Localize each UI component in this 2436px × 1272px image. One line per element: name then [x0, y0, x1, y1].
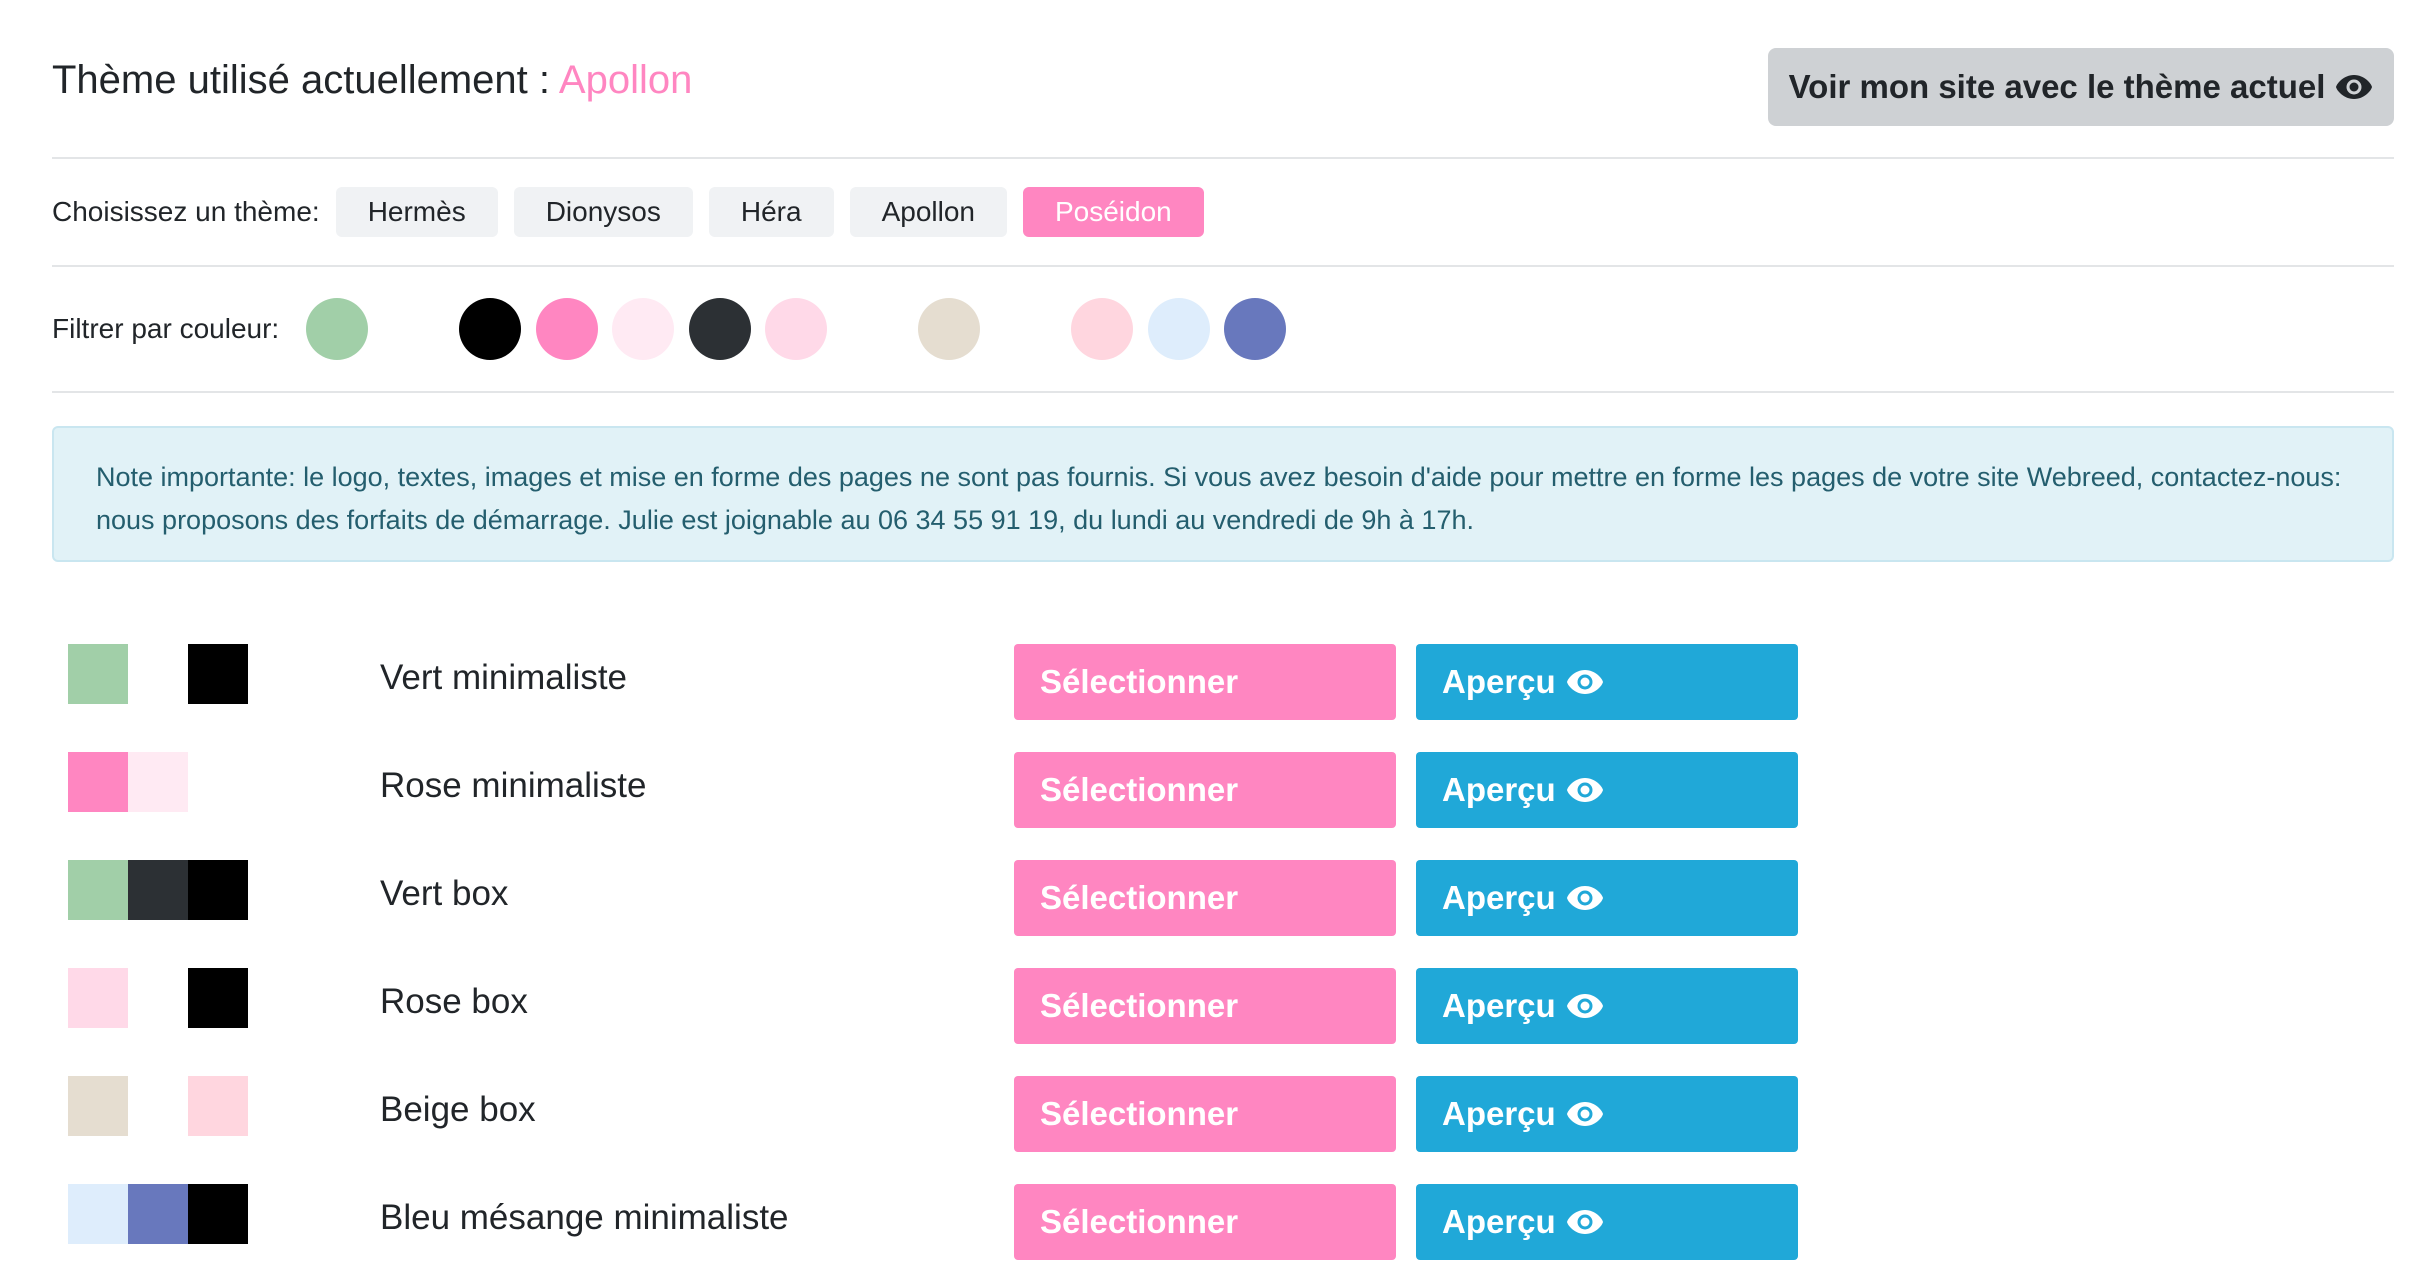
select-theme-button[interactable]: Sélectionner [1014, 752, 1396, 828]
select-theme-button[interactable]: Sélectionner [1014, 968, 1396, 1044]
page-header: Thème utilisé actuellement : Apollon Voi… [52, 48, 2394, 126]
theme-color-squares [68, 752, 248, 812]
current-theme-name: Apollon [558, 58, 693, 102]
preview-theme-label: Aperçu [1442, 663, 1556, 700]
view-site-label: Voir mon site avec le thème actuel [1788, 68, 2326, 105]
theme-row: Rose minimaliste Sélectionner Aperçu [68, 752, 1868, 828]
theme-color-square [188, 1076, 248, 1136]
theme-color-square [68, 644, 128, 704]
page-title-prefix: Thème utilisé actuellement : [52, 58, 551, 102]
color-filter-swatch[interactable] [918, 298, 980, 360]
theme-color-square [128, 1076, 188, 1136]
eye-icon [1566, 994, 1603, 1018]
preview-theme-button[interactable]: Aperçu [1416, 968, 1798, 1044]
theme-row: Vert minimaliste Sélectionner Aperçu [68, 644, 1868, 720]
theme-name: Vert box [380, 874, 509, 913]
color-filter-swatch[interactable] [1148, 298, 1210, 360]
select-theme-button[interactable]: Sélectionner [1014, 644, 1396, 720]
eye-icon [1566, 670, 1603, 694]
preview-theme-label: Aperçu [1442, 879, 1556, 916]
theme-color-square [128, 1184, 188, 1244]
color-filter-swatch[interactable] [459, 298, 521, 360]
color-filter-swatch[interactable] [1224, 298, 1286, 360]
theme-name: Rose minimaliste [380, 766, 647, 805]
theme-color-square [188, 1184, 248, 1244]
divider [52, 391, 2394, 393]
select-theme-button[interactable]: Sélectionner [1014, 860, 1396, 936]
theme-color-square [68, 1076, 128, 1136]
divider [52, 157, 2394, 159]
eye-icon [1566, 778, 1603, 802]
select-theme-button[interactable]: Sélectionner [1014, 1184, 1396, 1260]
color-filter: Filtrer par couleur: [52, 298, 279, 360]
select-theme-label: Sélectionner [1040, 771, 1239, 808]
eye-icon [1566, 886, 1603, 910]
preview-theme-label: Aperçu [1442, 1203, 1556, 1240]
theme-color-squares [68, 1184, 248, 1244]
theme-picker: Choisissez un thème: Hermès Dionysos Hér… [52, 186, 1204, 238]
theme-name: Rose box [380, 982, 528, 1021]
page-title: Thème utilisé actuellement : Apollon [52, 58, 692, 103]
theme-row: Beige box Sélectionner Aperçu [68, 1076, 1868, 1152]
color-filter-label: Filtrer par couleur: [52, 313, 280, 344]
color-filter-swatch[interactable] [383, 298, 445, 360]
preview-theme-label: Aperçu [1442, 771, 1556, 808]
theme-option-hermes[interactable]: Hermès [335, 187, 498, 237]
color-filter-swatch[interactable] [536, 298, 598, 360]
theme-color-square [68, 752, 128, 812]
color-filter-swatch[interactable] [765, 298, 827, 360]
select-theme-label: Sélectionner [1040, 1095, 1239, 1132]
theme-color-squares [68, 968, 248, 1028]
select-theme-label: Sélectionner [1040, 1203, 1239, 1240]
theme-color-square [188, 752, 248, 812]
color-filter-swatch[interactable] [689, 298, 751, 360]
eye-icon [2336, 75, 2373, 99]
theme-row: Rose box Sélectionner Aperçu [68, 968, 1868, 1044]
preview-theme-button[interactable]: Aperçu [1416, 1184, 1798, 1260]
theme-color-square [188, 860, 248, 920]
theme-color-square [128, 644, 188, 704]
theme-picker-label: Choisissez un thème: [52, 196, 320, 227]
select-theme-button[interactable]: Sélectionner [1014, 1076, 1396, 1152]
theme-color-square [128, 860, 188, 920]
important-note: Note importante: le logo, textes, images… [52, 426, 2394, 562]
color-filter-swatch[interactable] [612, 298, 674, 360]
theme-color-square [68, 968, 128, 1028]
select-theme-label: Sélectionner [1040, 987, 1239, 1024]
color-filter-swatch[interactable] [1071, 298, 1133, 360]
color-filter-swatch[interactable] [306, 298, 368, 360]
preview-theme-button[interactable]: Aperçu [1416, 1076, 1798, 1152]
theme-color-squares [68, 644, 248, 704]
theme-color-squares [68, 860, 248, 920]
theme-color-square [128, 752, 188, 812]
theme-color-square [128, 968, 188, 1028]
divider [52, 265, 2394, 267]
color-filter-swatch[interactable] [995, 298, 1057, 360]
theme-name: Beige box [380, 1090, 536, 1129]
theme-option-dionysos[interactable]: Dionysos [513, 187, 693, 237]
select-theme-label: Sélectionner [1040, 663, 1239, 700]
theme-color-square [68, 1184, 128, 1244]
select-theme-label: Sélectionner [1040, 879, 1239, 916]
theme-row: Bleu mésange minimaliste Sélectionner Aper… [68, 1184, 1868, 1260]
theme-option-apollon[interactable]: Apollon [849, 187, 1007, 237]
theme-option-poseidon[interactable]: Poséidon [1022, 187, 1204, 237]
theme-color-square [68, 860, 128, 920]
eye-icon [1566, 1102, 1603, 1126]
preview-theme-button[interactable]: Aperçu [1416, 752, 1798, 828]
preview-theme-button[interactable]: Aperçu [1416, 644, 1798, 720]
theme-color-square [188, 968, 248, 1028]
theme-option-hera[interactable]: Héra [708, 187, 834, 237]
theme-color-square [188, 644, 248, 704]
theme-row: Vert box Sélectionner Aperçu [68, 860, 1868, 936]
theme-name: Vert minimaliste [380, 658, 628, 697]
theme-color-squares [68, 1076, 248, 1136]
preview-theme-button[interactable]: Aperçu [1416, 860, 1798, 936]
view-site-button[interactable]: Voir mon site avec le thème actuel [1768, 48, 2394, 126]
color-filter-swatch[interactable] [842, 298, 904, 360]
preview-theme-label: Aperçu [1442, 987, 1556, 1024]
theme-name: Bleu mésange minimaliste [380, 1198, 789, 1237]
eye-icon [1566, 1210, 1603, 1234]
preview-theme-label: Aperçu [1442, 1095, 1556, 1132]
